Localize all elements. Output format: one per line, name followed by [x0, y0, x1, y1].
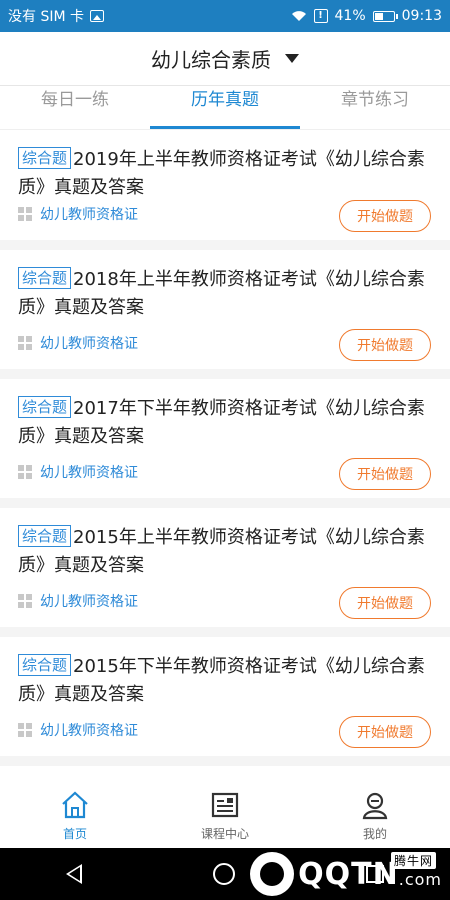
list-item[interactable]: 综合题 2015年上半年教师资格证考试《幼儿综合素质》真题及答案 幼儿教师资格证 …: [0, 508, 450, 637]
exam-list: 综合题 2019年上半年教师资格证考试《幼儿综合素质》真题及答案 幼儿教师资格证 …: [0, 130, 450, 766]
tab-daily-practice[interactable]: 每日一练: [0, 86, 150, 129]
category-label: 幼儿教师资格证: [40, 207, 138, 223]
wifi-icon: [291, 11, 306, 21]
carrier-text: 没有 SIM 卡: [8, 9, 84, 25]
question-type-tag: 综合题: [18, 267, 72, 289]
profile-icon: [362, 792, 388, 820]
category-icon: [18, 594, 32, 608]
tab-bar: 每日一练 历年真题 章节练习: [0, 86, 450, 130]
warning-icon: !: [313, 9, 328, 23]
category-icon: [18, 336, 32, 350]
watermark-badge: 腾牛网: [390, 852, 436, 869]
course-icon: [211, 792, 239, 818]
exam-title: 2018年上半年教师资格证考试《幼儿综合素质》真题及答案: [18, 269, 425, 318]
category-label: 幼儿教师资格证: [40, 594, 138, 610]
list-item[interactable]: 综合题 2015年下半年教师资格证考试《幼儿综合素质》真题及答案 幼儿教师资格证 …: [0, 637, 450, 766]
exam-title: 2019年上半年教师资格证考试《幼儿综合素质》真题及答案: [18, 149, 425, 198]
exam-title: 2017年下半年教师资格证考试《幼儿综合素质》真题及答案: [18, 398, 425, 447]
dropdown-caret-icon[interactable]: [285, 54, 299, 63]
page-title[interactable]: 幼儿综合素质: [151, 44, 271, 73]
nav-home-label: 首页: [62, 827, 87, 841]
list-item[interactable]: 综合题 2018年上半年教师资格证考试《幼儿综合素质》真题及答案 幼儿教师资格证 …: [0, 250, 450, 379]
category-label: 幼儿教师资格证: [40, 723, 138, 739]
start-button[interactable]: 开始做题: [339, 458, 431, 490]
start-button[interactable]: 开始做题: [339, 200, 431, 232]
watermark-suffix: .com: [398, 869, 442, 889]
nav-course-label: 课程中心: [200, 827, 249, 841]
back-icon[interactable]: [65, 864, 82, 884]
image-icon: [90, 10, 104, 22]
status-bar: 没有 SIM 卡 ! 41% 09:13: [0, 0, 450, 32]
home-icon: [62, 791, 88, 819]
exam-title: 2015年上半年教师资格证考试《幼儿综合素质》真题及答案: [18, 527, 425, 576]
battery-percent: 41%: [334, 8, 366, 24]
list-item[interactable]: 综合题 2017年下半年教师资格证考试《幼儿综合素质》真题及答案 幼儿教师资格证 …: [0, 379, 450, 508]
start-button[interactable]: 开始做题: [339, 716, 431, 748]
battery-icon: [372, 10, 398, 22]
app-root: 没有 SIM 卡 ! 41% 09:13 幼儿综合素质 每日一练 历年真题 章节…: [0, 0, 450, 900]
watermark-logo-icon: [250, 852, 295, 896]
question-type-tag: 综合题: [18, 147, 72, 169]
tab-past-exams[interactable]: 历年真题: [150, 86, 300, 129]
category-label: 幼儿教师资格证: [40, 465, 138, 481]
start-button[interactable]: 开始做题: [339, 587, 431, 619]
header[interactable]: 幼儿综合素质: [0, 32, 450, 86]
start-button[interactable]: 开始做题: [339, 329, 431, 361]
question-type-tag: 综合题: [18, 654, 72, 676]
list-item[interactable]: 综合题 2019年上半年教师资格证考试《幼儿综合素质》真题及答案 幼儿教师资格证 …: [0, 130, 450, 250]
question-type-tag: 综合题: [18, 396, 72, 418]
nav-home[interactable]: 首页: [0, 778, 150, 848]
exam-title: 2015年下半年教师资格证考试《幼儿综合素质》真题及答案: [18, 656, 425, 705]
question-type-tag: 综合题: [18, 525, 72, 547]
home-circle-icon[interactable]: [212, 863, 235, 885]
nav-profile-label: 我的: [362, 827, 387, 841]
tab-chapter-practice[interactable]: 章节练习: [300, 86, 450, 129]
clock: 09:13: [401, 8, 442, 24]
nav-profile[interactable]: 我的: [300, 778, 450, 848]
category-icon: [18, 465, 32, 479]
bottom-nav: 首页 课程中心 我的: [0, 778, 450, 848]
category-label: 幼儿教师资格证: [40, 336, 138, 352]
category-icon: [18, 207, 32, 221]
watermark: QQTN .com 腾牛网: [250, 850, 442, 898]
category-icon: [18, 723, 32, 737]
nav-course-center[interactable]: 课程中心: [150, 778, 300, 848]
watermark-text: QQTN: [298, 856, 399, 892]
